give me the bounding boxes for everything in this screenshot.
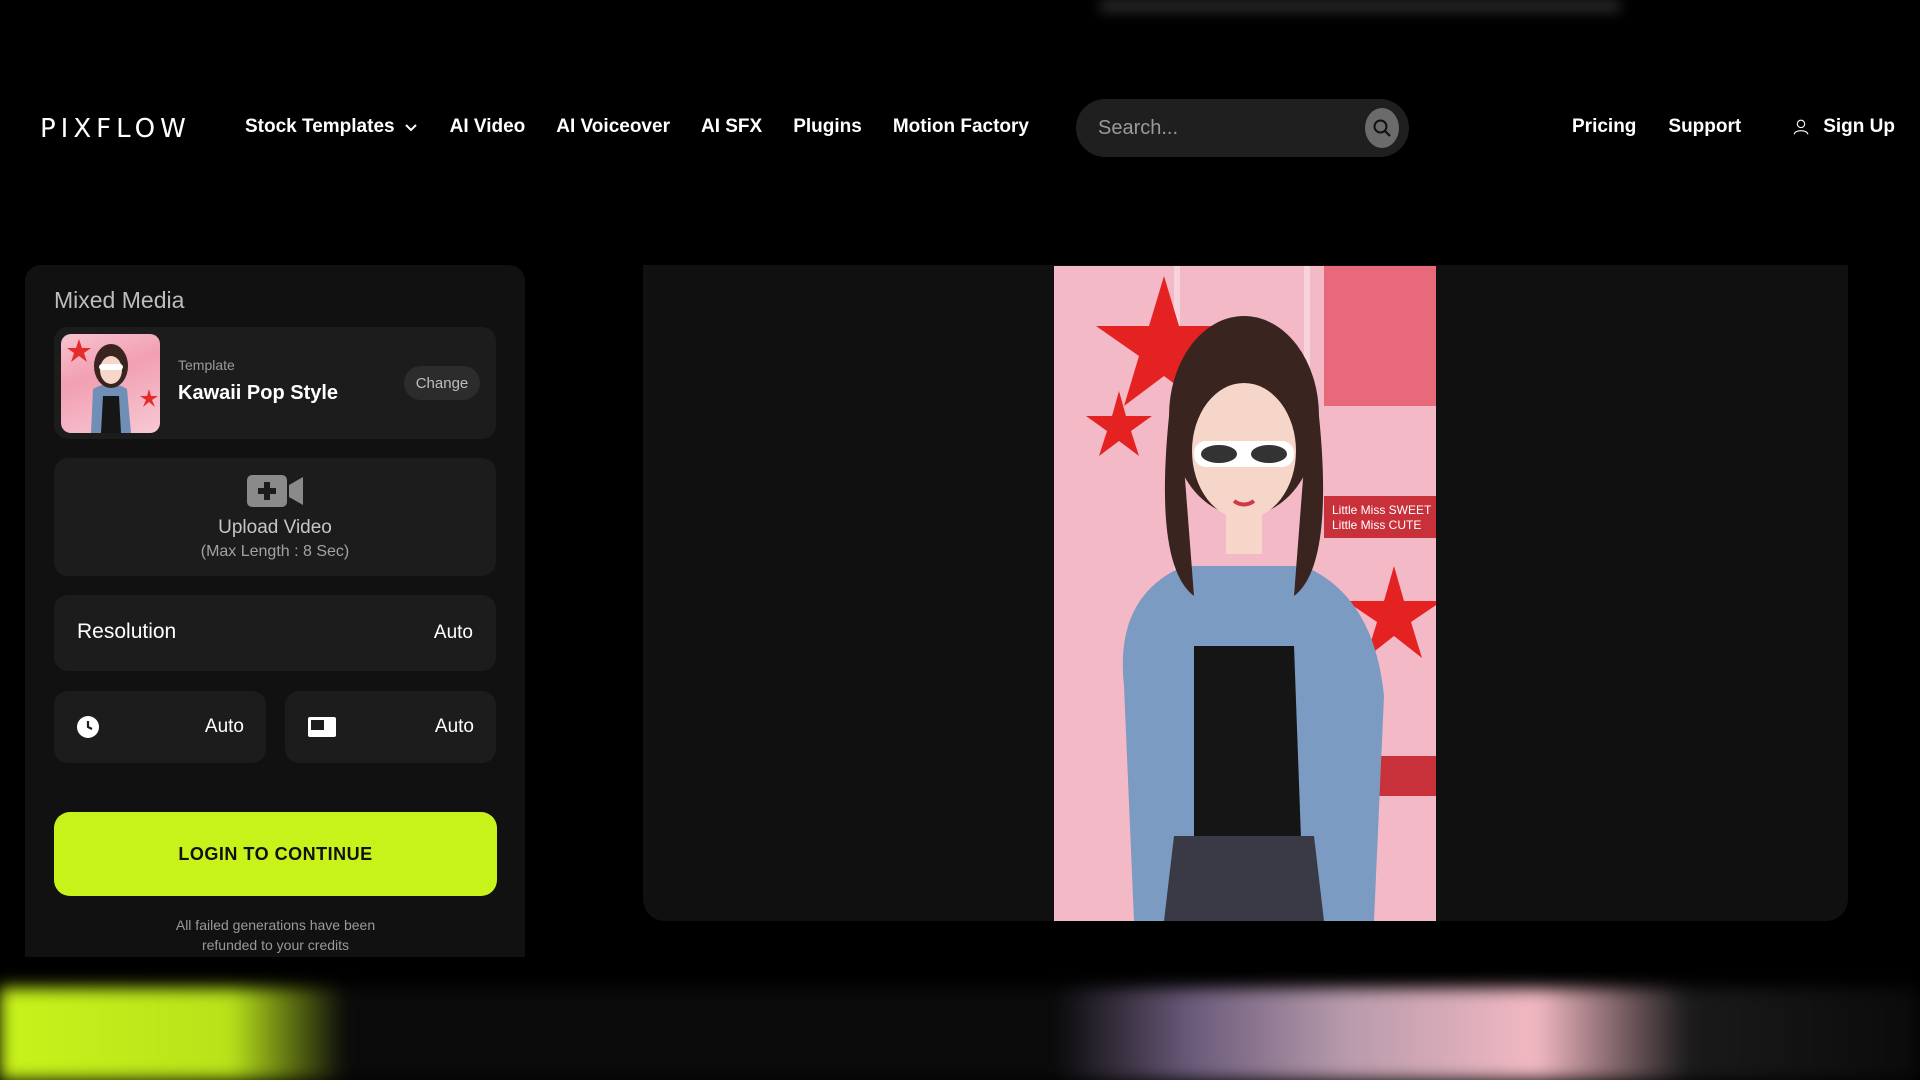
aspect-ratio-icon <box>308 717 336 737</box>
art-sticker-text-2: Little Miss CUTE <box>1332 518 1421 532</box>
top-glow <box>1100 0 1620 12</box>
search-button[interactable] <box>1365 108 1399 148</box>
upload-video-label: Upload Video <box>218 517 332 538</box>
aspect-ratio-value: Auto <box>434 716 474 737</box>
main-nav: Stock Templates AI Video AI Voiceover AI… <box>245 116 1029 138</box>
top-navigation: PIXFLOW Stock Templates AI Video AI Voic… <box>0 96 1920 160</box>
resolution-label: Resolution <box>77 620 177 643</box>
header-right: Pricing Support Sign Up <box>1572 116 1895 138</box>
login-to-continue-button[interactable]: LOGIN TO CONTINUE <box>54 812 497 896</box>
nav-plugins[interactable]: Plugins <box>793 116 862 138</box>
settings-panel: Mixed Media Template Kawaii Pop Style Ch… <box>25 265 525 957</box>
nav-stock-templates[interactable]: Stock Templates <box>245 116 419 138</box>
duration-value: Auto <box>204 716 244 737</box>
nav-ai-sfx[interactable]: AI SFX <box>701 116 762 138</box>
template-card: Template Kawaii Pop Style Change <box>54 327 496 439</box>
aspect-ratio-selector[interactable]: Auto <box>285 691 496 763</box>
clock-icon <box>77 716 99 738</box>
nav-ai-video[interactable]: AI Video <box>450 116 526 138</box>
bottom-blurred-strip <box>0 988 1920 1080</box>
pixflow-logo[interactable]: PIXFLOW <box>40 114 191 144</box>
search-icon <box>1373 119 1391 137</box>
change-template-button[interactable]: Change <box>404 366 480 400</box>
video-camera-plus-icon <box>247 475 303 507</box>
nav-ai-voiceover[interactable]: AI Voiceover <box>556 116 670 138</box>
nav-pricing[interactable]: Pricing <box>1572 116 1636 138</box>
upload-video-dropzone[interactable]: Upload Video (Max Length : 8 Sec) <box>54 458 496 576</box>
resolution-value: Auto <box>433 622 473 643</box>
panel-title: Mixed Media <box>54 287 185 313</box>
art-sticker-text-1: Little Miss SWEET <box>1332 503 1432 517</box>
refund-note: All failed generations have been refunde… <box>54 915 497 955</box>
upload-video-limit: (Max Length : 8 Sec) <box>200 543 350 560</box>
user-icon <box>1793 119 1809 135</box>
chevron-down-icon <box>404 124 417 132</box>
template-thumbnail-art <box>67 339 158 433</box>
nav-stock-templates-label: Stock Templates <box>245 116 395 137</box>
resolution-selector[interactable]: Resolution Auto <box>54 595 496 671</box>
video-preview: Little Miss SWEET Little Miss CUTE <box>643 265 1848 921</box>
refund-note-line-2: refunded to your credits <box>201 937 350 953</box>
template-label: Template <box>178 357 235 373</box>
search-bar <box>1076 99 1409 157</box>
template-name: Kawaii Pop Style <box>178 382 339 404</box>
search-input[interactable] <box>1076 115 1365 141</box>
nav-support[interactable]: Support <box>1668 116 1741 138</box>
template-thumbnail <box>61 334 160 433</box>
signup-label: Sign Up <box>1823 116 1896 137</box>
duration-selector[interactable]: Auto <box>54 691 266 763</box>
signup-link[interactable]: Sign Up <box>1793 116 1895 138</box>
preview-artwork: Little Miss SWEET Little Miss CUTE <box>1054 266 1436 921</box>
preview-illustration: Little Miss SWEET Little Miss CUTE <box>1054 266 1436 921</box>
refund-note-line-1: All failed generations have been <box>175 917 376 933</box>
nav-motion-factory[interactable]: Motion Factory <box>893 116 1029 138</box>
